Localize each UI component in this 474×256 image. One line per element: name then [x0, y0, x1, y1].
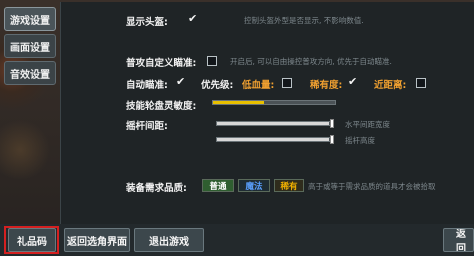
- custom-aim-hint: 开启后, 可以自由操控普攻方向, 优先于自动瞄准.: [230, 57, 392, 66]
- joystick-spacing-label: 摇杆间距:: [126, 121, 168, 132]
- auto-aim-checkbox[interactable]: ✔: [176, 76, 185, 87]
- quality-common-button[interactable]: 普通: [202, 179, 234, 192]
- joystick-width-fill: [217, 122, 329, 125]
- highlight-outline: [4, 226, 59, 254]
- custom-aim-checkbox[interactable]: [207, 56, 217, 66]
- quality-rare-button[interactable]: 稀有: [274, 179, 304, 192]
- show-head-hint: 控制头盔外型是否显示, 不影响数值.: [244, 16, 364, 25]
- joystick-width-slider[interactable]: [216, 121, 332, 126]
- tab-sound-settings[interactable]: 音效设置: [4, 61, 56, 85]
- custom-aim-label: 普攻自定义瞄准:: [126, 58, 197, 69]
- joystick-height-fill: [217, 138, 329, 141]
- joystick-height-handle[interactable]: [330, 135, 334, 144]
- joystick-height-hint: 摇杆高度: [345, 136, 375, 145]
- priority-low-hp-label: 低血量:: [242, 80, 275, 91]
- tab-game-settings[interactable]: 游戏设置: [4, 7, 56, 31]
- skill-sensitivity-label: 技能轮盘灵敏度:: [126, 101, 197, 112]
- exit-game-button[interactable]: 退出游戏: [134, 228, 204, 252]
- equipment-quality-label: 装备需求品质:: [126, 183, 187, 194]
- priority-near-checkbox[interactable]: [416, 78, 426, 88]
- skill-sensitivity-slider[interactable]: [212, 100, 336, 105]
- show-head-checkbox[interactable]: ✔: [188, 13, 197, 24]
- priority-near-label: 近距离:: [374, 80, 407, 91]
- skill-sensitivity-fill: [213, 101, 265, 104]
- tab-display-settings[interactable]: 画面设置: [4, 34, 56, 58]
- equipment-quality-hint: 高于或等于需求品质的道具才会被拾取: [308, 182, 436, 191]
- joystick-height-slider[interactable]: [216, 137, 332, 142]
- priority-label: 优先级:: [201, 80, 234, 91]
- back-to-character-button[interactable]: 返回选角界面: [64, 228, 130, 252]
- priority-rarity-checkbox[interactable]: ✔: [348, 76, 357, 87]
- priority-low-hp-checkbox[interactable]: [282, 78, 292, 88]
- priority-rarity-label: 稀有度:: [310, 80, 343, 91]
- return-button[interactable]: 返回: [443, 228, 474, 252]
- auto-aim-label: 自动瞄准:: [126, 80, 168, 91]
- joystick-width-handle[interactable]: [330, 119, 334, 128]
- joystick-width-hint: 水平间距宽度: [345, 120, 390, 129]
- show-head-label: 显示头盔:: [126, 17, 168, 28]
- quality-magic-button[interactable]: 魔法: [238, 179, 270, 192]
